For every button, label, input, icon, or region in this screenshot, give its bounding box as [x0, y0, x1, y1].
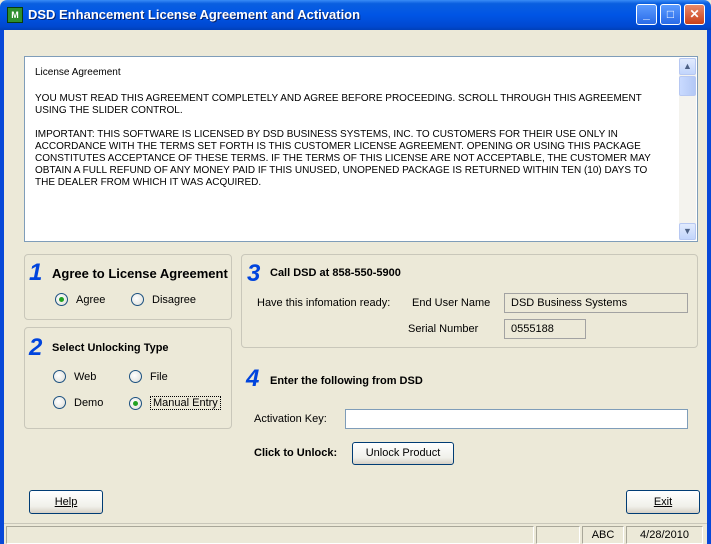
- agree-panel-title: Agree to License Agreement: [52, 266, 228, 281]
- license-paragraph-2: IMPORTANT: THIS SOFTWARE IS LICENSED BY …: [35, 129, 651, 188]
- file-radio-label: File: [150, 370, 168, 383]
- status-bar: ABC 4/28/2010: [4, 523, 707, 544]
- step-number-4: 4: [246, 365, 260, 392]
- disagree-radio-label: Disagree: [152, 293, 197, 306]
- help-button[interactable]: Help: [29, 490, 103, 514]
- disagree-radio-circle[interactable]: [131, 293, 144, 306]
- app-icon: M: [7, 7, 23, 23]
- exit-button[interactable]: Exit: [626, 490, 700, 514]
- end-user-name-label: End User Name: [412, 297, 491, 309]
- call-dsd-panel: 3 Call DSD at 858-550-5900 Have this inf…: [241, 254, 698, 348]
- agree-radio-label: Agree: [76, 293, 106, 306]
- scroll-up-button[interactable]: ▲: [679, 58, 696, 75]
- status-cell-blank: [536, 526, 580, 544]
- demo-radio[interactable]: Demo: [53, 396, 103, 409]
- enter-from-dsd-title: Enter the following from DSD: [270, 375, 423, 387]
- end-user-name-field: DSD Business Systems: [504, 293, 688, 313]
- manual-entry-radio-circle[interactable]: [129, 396, 142, 410]
- unlock-type-title: Select Unlocking Type: [52, 342, 169, 354]
- license-text: License Agreement YOU MUST READ THIS AGR…: [35, 67, 665, 201]
- maximize-button[interactable]: □: [660, 4, 681, 25]
- serial-number-field: 0555188: [504, 319, 586, 339]
- status-message: [6, 526, 534, 544]
- window-frame-left: [0, 30, 4, 544]
- step-number-1: 1: [29, 259, 43, 286]
- unlock-type-panel: 2 Select Unlocking Type Web File Demo Ma…: [24, 327, 232, 429]
- serial-number-label: Serial Number: [408, 323, 479, 335]
- agree-radio-circle[interactable]: [55, 293, 68, 306]
- web-radio-circle[interactable]: [53, 370, 66, 383]
- call-dsd-title: Call DSD at 858-550-5900: [270, 267, 401, 279]
- activation-key-label: Activation Key:: [254, 413, 327, 425]
- web-radio-label: Web: [74, 370, 97, 383]
- web-radio[interactable]: Web: [53, 370, 96, 383]
- license-paragraph-1: YOU MUST READ THIS AGREEMENT COMPLETELY …: [35, 93, 642, 116]
- window-frame-right: [707, 30, 711, 544]
- step-number-3: 3: [247, 260, 261, 287]
- manual-entry-radio[interactable]: Manual Entry: [129, 396, 221, 410]
- status-date: 4/28/2010: [626, 526, 703, 544]
- manual-entry-radio-label: Manual Entry: [150, 396, 221, 410]
- unlock-product-button[interactable]: Unlock Product: [352, 442, 454, 465]
- demo-radio-circle[interactable]: [53, 396, 66, 409]
- scroll-thumb[interactable]: [679, 76, 696, 96]
- info-ready-label: Have this infomation ready:: [257, 297, 391, 309]
- agree-radio[interactable]: Agree: [55, 293, 105, 306]
- license-heading: License Agreement: [35, 67, 121, 78]
- agree-panel: 1 Agree to License Agreement Agree Disag…: [24, 254, 232, 320]
- file-radio-circle[interactable]: [129, 370, 142, 383]
- disagree-radio[interactable]: Disagree: [131, 293, 196, 306]
- window-title: DSD Enhancement License Agreement and Ac…: [28, 7, 361, 22]
- close-button[interactable]: ✕: [684, 4, 705, 25]
- license-text-area[interactable]: License Agreement YOU MUST READ THIS AGR…: [24, 56, 698, 242]
- click-to-unlock-label: Click to Unlock:: [254, 447, 338, 459]
- minimize-button[interactable]: _: [636, 4, 657, 25]
- license-scrollbar[interactable]: ▲ ▼: [679, 58, 696, 240]
- demo-radio-label: Demo: [74, 396, 104, 409]
- step-number-2: 2: [29, 334, 43, 361]
- scroll-down-button[interactable]: ▼: [679, 223, 696, 240]
- status-mode: ABC: [582, 526, 624, 544]
- file-radio[interactable]: File: [129, 370, 168, 383]
- title-bar: M DSD Enhancement License Agreement and …: [0, 0, 711, 30]
- activation-key-input[interactable]: [345, 409, 688, 429]
